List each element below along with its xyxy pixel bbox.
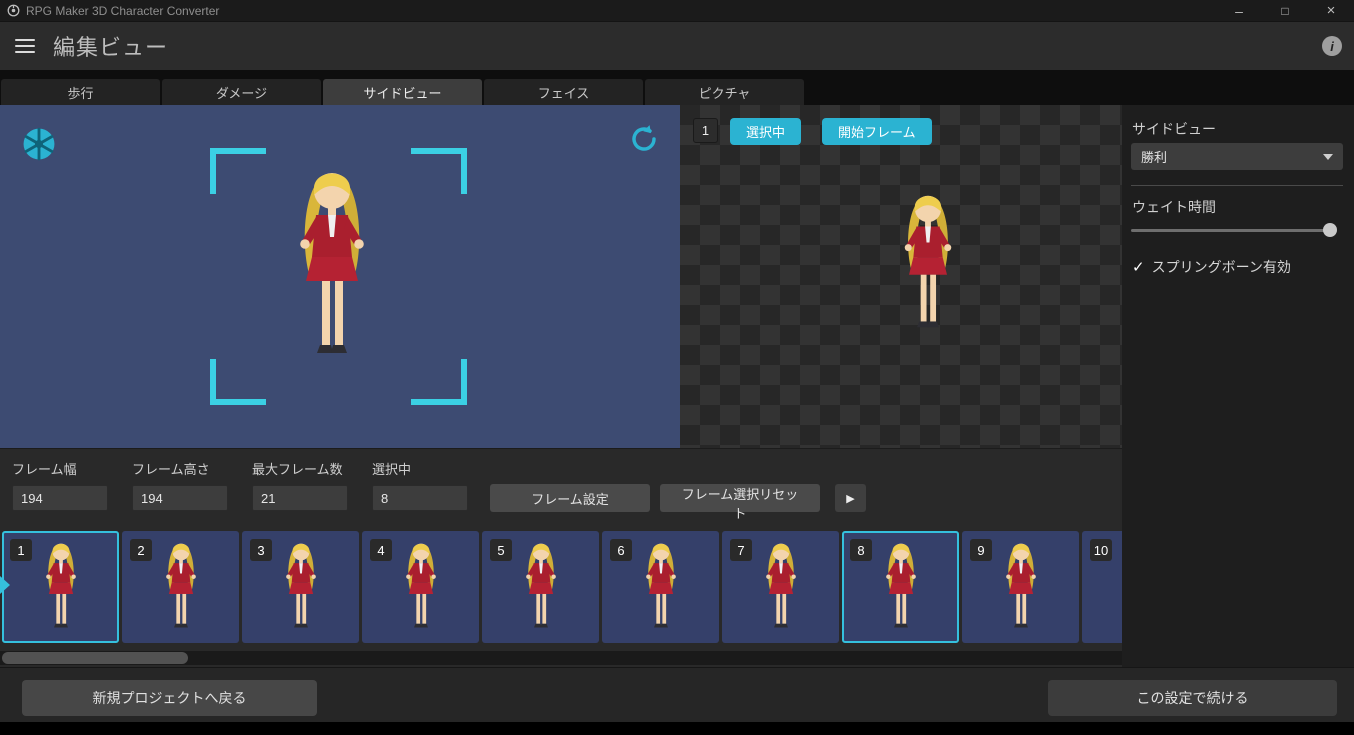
character-sprite (993, 538, 1049, 635)
character-sprite (513, 538, 569, 635)
max-frames-label: 最大フレーム数 (252, 462, 343, 477)
filmstrip-frame-4[interactable]: 4 (362, 531, 479, 643)
info-icon[interactable]: i (1322, 36, 1342, 56)
character-sprite (1113, 538, 1123, 635)
sidebar: サイドビュー 勝利 ウェイト時間 ✓ スプリングボーン有効 (1122, 105, 1354, 667)
frame-number-badge: 1 (693, 118, 718, 143)
filmstrip-frame-6[interactable]: 6 (602, 531, 719, 643)
app-logo-icon (7, 4, 20, 17)
frame-panel: フレーム幅 フレーム高さ 最大フレーム数 選択中 フレーム設定 フレーム選択リセ… (0, 448, 1122, 667)
bottom-strip (0, 722, 1354, 735)
frame-number-badge: 6 (610, 539, 632, 561)
tab-damage[interactable]: ダメージ (162, 79, 321, 105)
filmstrip-frame-10[interactable]: 10 (1082, 531, 1122, 643)
tab-bar: 歩行 ダメージ サイドビュー フェイス ピクチャ (0, 70, 1354, 105)
page-title: 編集ビュー (53, 35, 169, 60)
tab-face[interactable]: フェイス (484, 79, 643, 105)
character-sprite (873, 538, 929, 635)
frame-number-badge: 9 (970, 539, 992, 561)
sidebar-title: サイドビュー (1132, 121, 1216, 137)
character-sprite (393, 538, 449, 635)
slider-knob[interactable] (1323, 223, 1337, 237)
frame-number-badge: 8 (850, 539, 872, 561)
frame-reset-button[interactable]: フレーム選択リセット (660, 484, 820, 521)
frame-number-badge: 1 (10, 539, 32, 561)
maximize-button[interactable]: □ (1262, 0, 1308, 21)
preview-panel (0, 105, 680, 448)
tab-walking[interactable]: 歩行 (1, 79, 160, 105)
crop-corner-top-left[interactable] (210, 148, 266, 194)
frame-height-input[interactable] (132, 485, 228, 511)
wait-time-label: ウェイト時間 (1132, 199, 1216, 215)
minimize-button[interactable]: – (1216, 0, 1262, 21)
tab-sideview[interactable]: サイドビュー (323, 79, 482, 105)
scrollbar-thumb[interactable] (2, 652, 188, 664)
start-frame-button[interactable]: 開始フレーム (822, 118, 932, 145)
character-sprite-preview (272, 161, 392, 369)
frame-width-label: フレーム幅 (12, 462, 77, 477)
filmstrip-frame-3[interactable]: 3 (242, 531, 359, 643)
footer: 新規プロジェクトへ戻る この設定で続ける (0, 667, 1354, 722)
chevron-down-icon (1323, 153, 1333, 160)
frame-width-input[interactable] (12, 485, 108, 511)
filmstrip-frame-8[interactable]: 8 (842, 531, 959, 643)
filmstrip-frame-9[interactable]: 9 (962, 531, 1079, 643)
play-button[interactable]: ▶ (835, 484, 866, 512)
frame-height-label: フレーム高さ (132, 462, 210, 477)
selected-frame-input[interactable] (372, 485, 468, 511)
filmstrip-frame-5[interactable]: 5 (482, 531, 599, 643)
frame-number-badge: 4 (370, 539, 392, 561)
spring-bone-label: スプリングボーン有効 (1151, 259, 1291, 275)
filmstrip: 1 2 3 4 5 6 7 8 9 10 (0, 531, 1122, 645)
continue-button[interactable]: この設定で続ける (1048, 680, 1337, 716)
character-sprite-stage (884, 187, 972, 339)
crop-corner-bottom-right[interactable] (411, 359, 467, 405)
checkmark-icon: ✓ (1132, 259, 1145, 276)
character-sprite (753, 538, 809, 635)
selected-button[interactable]: 選択中 (730, 118, 802, 145)
spring-bone-checkbox[interactable]: ✓ スプリングボーン有効 (1132, 257, 1291, 277)
close-button[interactable]: × (1308, 0, 1354, 21)
title-bar: RPG Maker 3D Character Converter – □ × (0, 0, 1354, 22)
spritesheet-stage: 1 選択中 開始フレーム (680, 105, 1122, 448)
frame-settings-button[interactable]: フレーム設定 (490, 484, 650, 512)
wait-time-slider[interactable] (1131, 223, 1337, 237)
selected-frame-field: 選択中 (372, 459, 482, 511)
filmstrip-frame-7[interactable]: 7 (722, 531, 839, 643)
app-window: RPG Maker 3D Character Converter – □ × 編… (0, 0, 1354, 735)
current-frame-marker-icon (0, 576, 10, 594)
frame-height-field: フレーム高さ (132, 459, 242, 511)
divider (1131, 185, 1343, 186)
crop-corner-top-right[interactable] (411, 148, 467, 194)
frame-width-field: フレーム幅 (12, 459, 122, 511)
filmstrip-scrollbar[interactable] (0, 651, 1122, 665)
character-sprite (153, 538, 209, 635)
header: 編集ビュー i (0, 22, 1354, 70)
frame-number-badge: 7 (730, 539, 752, 561)
aperture-icon[interactable] (20, 125, 58, 163)
pose-dropdown[interactable]: 勝利 (1131, 143, 1343, 170)
max-frames-input[interactable] (252, 485, 348, 511)
selected-frame-label: 選択中 (372, 462, 412, 477)
tab-picture[interactable]: ピクチャ (645, 79, 804, 105)
pose-dropdown-value: 勝利 (1141, 150, 1168, 165)
character-sprite (633, 538, 689, 635)
filmstrip-frame-1[interactable]: 1 (2, 531, 119, 643)
frame-number-badge: 5 (490, 539, 512, 561)
character-sprite (33, 538, 89, 635)
filmstrip-frame-2[interactable]: 2 (122, 531, 239, 643)
max-frames-field: 最大フレーム数 (252, 459, 362, 511)
slider-track[interactable] (1131, 229, 1333, 232)
character-sprite (273, 538, 329, 635)
back-to-project-button[interactable]: 新規プロジェクトへ戻る (22, 680, 317, 716)
hamburger-menu-icon[interactable] (15, 39, 35, 53)
window-title: RPG Maker 3D Character Converter (26, 3, 220, 18)
rotate-icon[interactable] (628, 123, 660, 155)
crop-corner-bottom-left[interactable] (210, 359, 266, 405)
frame-number-badge: 3 (250, 539, 272, 561)
frame-number-badge: 10 (1090, 539, 1112, 561)
frame-number-badge: 2 (130, 539, 152, 561)
